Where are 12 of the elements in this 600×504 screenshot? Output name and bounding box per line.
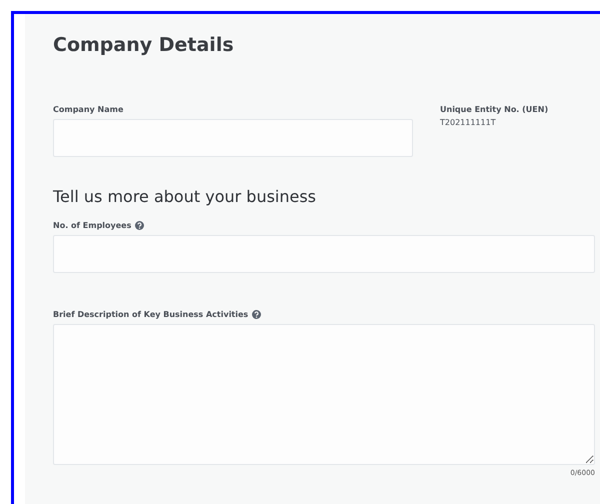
section-heading: Tell us more about your business <box>53 187 318 206</box>
description-field[interactable] <box>53 324 595 465</box>
text-field[interactable] <box>53 119 413 157</box>
field-label: No. of Employees <box>53 221 132 230</box>
field-label: Company Name <box>53 105 124 114</box>
help-icon[interactable] <box>252 310 262 319</box>
help-icon[interactable] <box>135 221 144 230</box>
page-title: Company Details <box>53 34 235 58</box>
field-label: Brief Description of Key Business Activities <box>53 310 248 319</box>
uen-value: T202111111T <box>440 118 497 127</box>
text-field[interactable] <box>53 235 595 273</box>
uen-label: Unique Entity No. (UEN) <box>440 105 548 114</box>
